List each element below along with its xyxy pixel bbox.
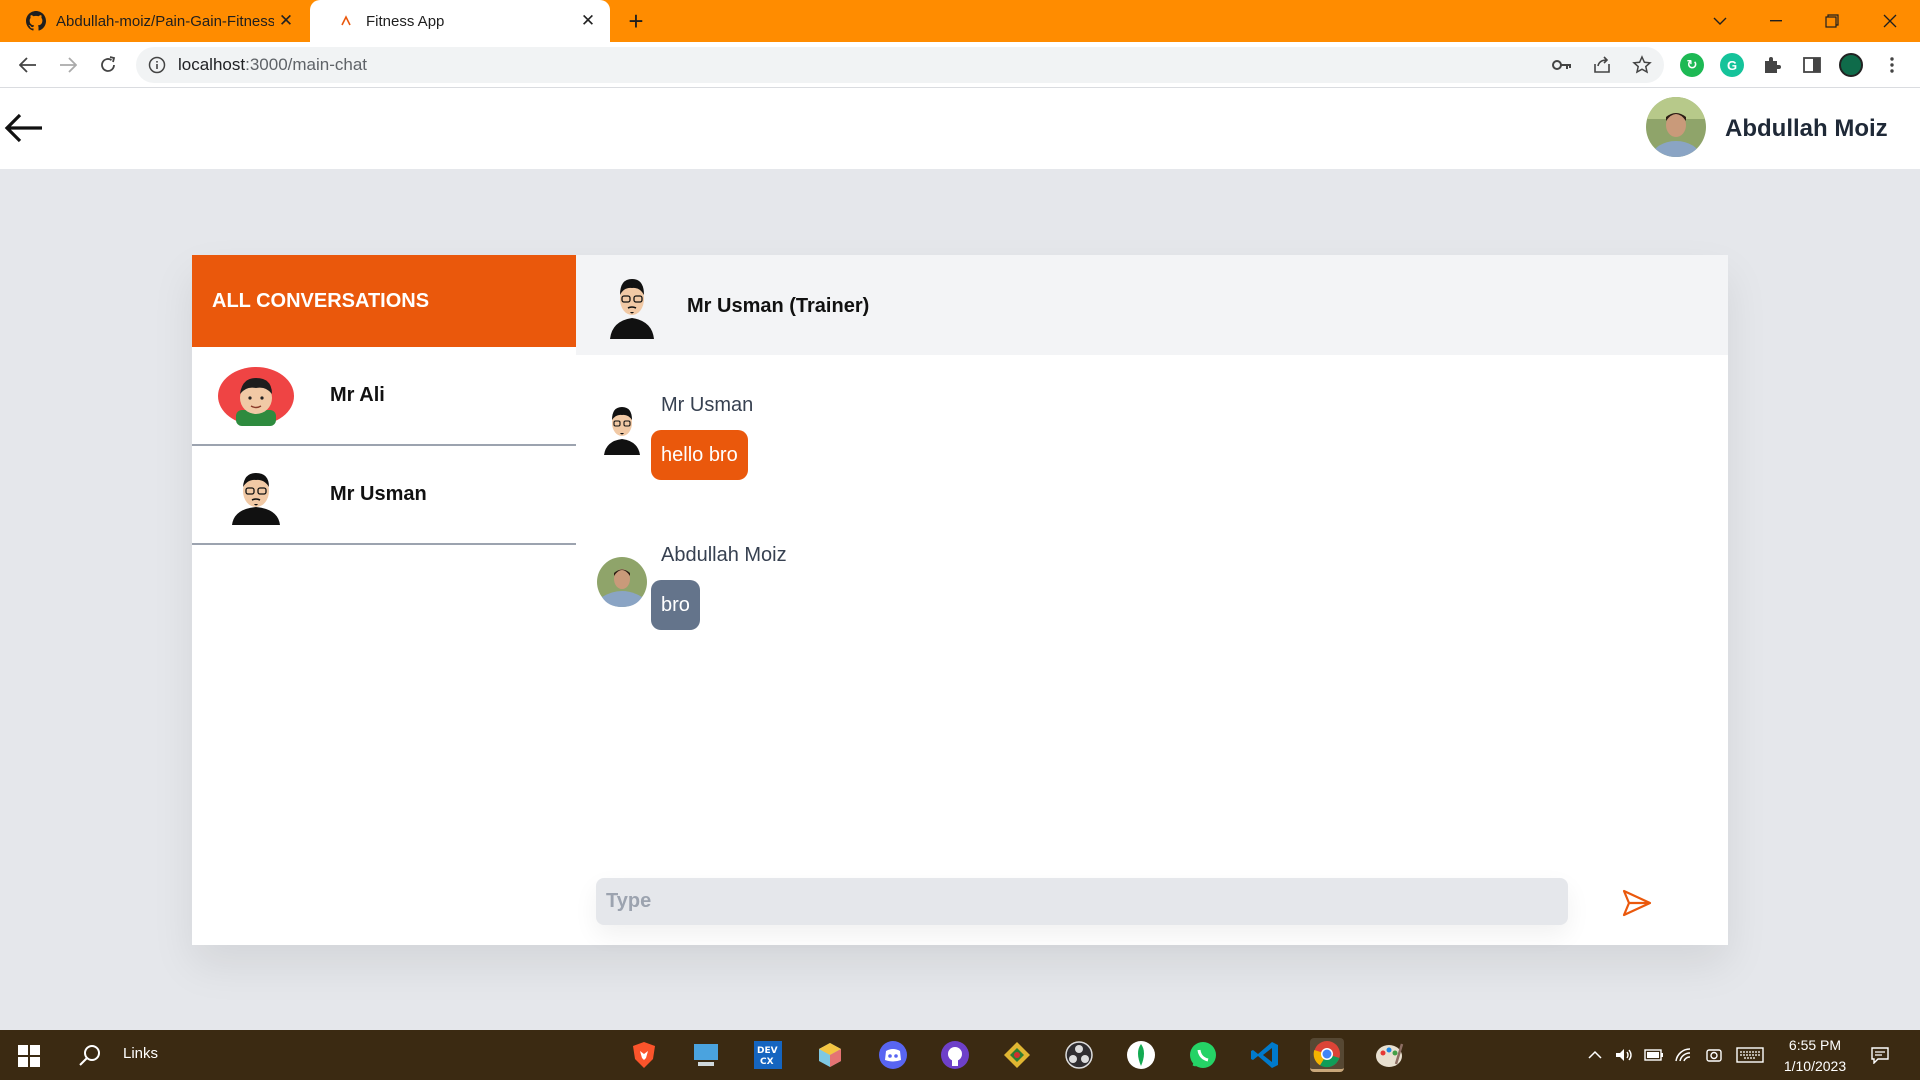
header-user-name: Abdullah Moiz: [1725, 115, 1888, 142]
window-close-button[interactable]: [1862, 0, 1918, 42]
back-button[interactable]: [14, 51, 42, 79]
tab-fitness-app[interactable]: Fitness App ✕: [310, 0, 610, 42]
conversation-item-mr-usman[interactable]: Mr Usman: [192, 446, 576, 545]
bookmark-star-icon[interactable]: [1628, 51, 1656, 79]
gitkraken-icon[interactable]: [1000, 1038, 1034, 1072]
send-icon[interactable]: [1620, 886, 1654, 920]
brave-icon[interactable]: [627, 1038, 661, 1072]
close-icon[interactable]: ✕: [276, 11, 296, 31]
grammarly-icon[interactable]: G: [1720, 53, 1744, 77]
fitness-favicon-icon: [336, 11, 356, 31]
forward-button[interactable]: [54, 51, 82, 79]
conversation-name: Mr Ali: [330, 384, 385, 406]
paint-icon[interactable]: [1372, 1038, 1406, 1072]
info-icon[interactable]: [148, 56, 166, 74]
message-sender: Mr Usman: [661, 394, 754, 416]
tab-search-chevron-icon[interactable]: [1692, 0, 1748, 42]
refresh-extension-icon[interactable]: ↻: [1680, 53, 1704, 77]
tab-github[interactable]: Abdullah-moiz/Pain-Gain-Fitness ✕: [0, 0, 308, 42]
discord-icon[interactable]: [876, 1038, 910, 1072]
taskbar-search-label[interactable]: Links: [123, 1045, 158, 1062]
battery-icon[interactable]: [1643, 1044, 1665, 1066]
message-sender: Abdullah Moiz: [661, 544, 787, 566]
notification-icon[interactable]: [1869, 1044, 1891, 1066]
cube-icon[interactable]: [813, 1038, 847, 1072]
extensions-puzzle-icon[interactable]: [1758, 51, 1786, 79]
cartoon-man-glasses-avatar-icon: [218, 465, 294, 525]
conversations-title: ALL CONVERSATIONS: [192, 255, 576, 347]
chat-contact-name: Mr Usman (Trainer): [687, 295, 870, 317]
restore-button[interactable]: [1804, 0, 1860, 42]
menu-kebab-icon[interactable]: [1878, 51, 1906, 79]
cartoon-man-glasses-avatar-icon: [604, 407, 640, 455]
key-icon[interactable]: [1548, 51, 1576, 79]
address-bar: localhost:3000/main-chat ↻ G: [0, 42, 1920, 88]
whatsapp-icon[interactable]: [1186, 1038, 1220, 1072]
url-field[interactable]: localhost:3000/main-chat: [136, 47, 1664, 83]
message-input[interactable]: [596, 878, 1568, 925]
profile-avatar-icon[interactable]: [1839, 53, 1863, 77]
vscode-icon[interactable]: [1248, 1038, 1282, 1072]
cartoon-man-glasses-avatar-icon: [610, 279, 654, 339]
keyboard-icon[interactable]: [1735, 1044, 1765, 1066]
side-panel-icon[interactable]: [1798, 51, 1826, 79]
reload-button[interactable]: [94, 51, 122, 79]
computer-icon[interactable]: [689, 1038, 723, 1072]
chat-header: Mr Usman (Trainer): [576, 255, 1728, 355]
volume-icon[interactable]: [1613, 1044, 1635, 1066]
chevron-up-icon[interactable]: [1584, 1044, 1606, 1066]
clock-date: 1/10/2023: [1783, 1058, 1847, 1074]
windows-taskbar: Links DEV CX 6:55 PM 1/10/2023: [0, 1030, 1920, 1080]
obs-icon[interactable]: [1062, 1038, 1096, 1072]
github-icon: [26, 11, 46, 31]
avatar: [597, 557, 647, 607]
svg-text:DEV: DEV: [757, 1046, 778, 1056]
chrome-icon[interactable]: [1310, 1038, 1344, 1072]
tab-title: Abdullah-moiz/Pain-Gain-Fitness: [56, 12, 274, 30]
back-arrow-icon[interactable]: [4, 110, 44, 146]
new-tab-button[interactable]: +: [622, 8, 650, 36]
system-clock[interactable]: 6:55 PM 1/10/2023: [1772, 1035, 1858, 1077]
close-icon[interactable]: ✕: [578, 11, 598, 31]
camera-icon[interactable]: [1703, 1044, 1725, 1066]
conversation-name: Mr Usman: [330, 483, 427, 505]
search-icon[interactable]: [78, 1043, 102, 1067]
minimize-button[interactable]: [1748, 0, 1804, 42]
clock-time: 6:55 PM: [1788, 1037, 1842, 1053]
tab-title: Fitness App: [366, 12, 445, 30]
message-bubble: bro: [651, 580, 700, 630]
conversation-item-mr-ali[interactable]: Mr Ali: [192, 347, 576, 446]
cartoon-boy-avatar-icon: [218, 366, 294, 426]
svg-text:CX: CX: [760, 1057, 774, 1067]
app-header: [0, 88, 1920, 169]
wifi-icon[interactable]: [1673, 1044, 1695, 1066]
browser-tab-bar: Abdullah-moiz/Pain-Gain-Fitness ✕ Fitnes…: [0, 0, 1920, 42]
mongodb-icon[interactable]: [1124, 1038, 1158, 1072]
chat-card: ALL CONVERSATIONS Mr Ali Mr Usman Mr Usm…: [192, 255, 1728, 945]
url-text: localhost:3000/main-chat: [178, 55, 368, 74]
share-icon[interactable]: [1588, 51, 1616, 79]
windows-start-icon[interactable]: [18, 1045, 40, 1067]
avatar[interactable]: [1646, 97, 1706, 157]
github-icon[interactable]: [938, 1038, 972, 1072]
devcx-icon[interactable]: DEV CX: [751, 1038, 785, 1072]
message-bubble: hello bro: [651, 430, 748, 480]
